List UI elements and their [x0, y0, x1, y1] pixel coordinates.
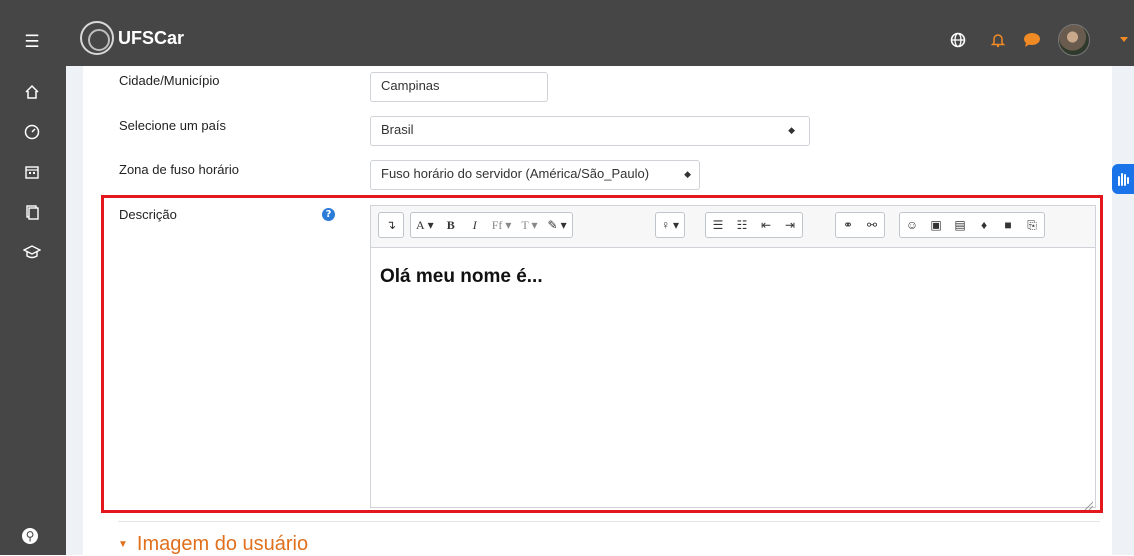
font-family-icon[interactable]: Ff ▾	[487, 213, 517, 237]
toolbar-group-lists: ☰ ☷ ⇤ ⇥	[705, 212, 803, 238]
chevron-down-icon[interactable]	[1118, 28, 1130, 52]
help-icon[interactable]: ?	[322, 208, 335, 221]
user-menu[interactable]	[1054, 24, 1094, 56]
brand-logo[interactable]: UFSCar	[80, 18, 184, 58]
section-divider	[118, 521, 1100, 522]
dashboard-icon[interactable]	[20, 120, 44, 144]
audio-record-icon[interactable]: ♦	[972, 213, 996, 237]
description-text[interactable]: Olá meu nome é...	[380, 266, 543, 288]
chat-icon[interactable]	[1020, 28, 1044, 52]
italic-icon[interactable]: I	[463, 213, 487, 237]
globe-icon[interactable]	[946, 28, 970, 52]
toolbar-group-links: ⚭ ⚯	[835, 212, 885, 238]
font-color-label: A	[416, 217, 425, 232]
city-label: Cidade/Município	[119, 73, 220, 88]
select-arrows-icon: ◆	[788, 125, 795, 135]
toolbar-group-format: A ▾ B I Ff ▾ T ▾ ✎ ▾	[410, 212, 573, 238]
numbered-list-icon[interactable]: ☷	[730, 213, 754, 237]
menu-icon[interactable]: ☰	[22, 32, 42, 52]
bell-icon[interactable]	[986, 28, 1010, 52]
bold-label: B	[446, 217, 455, 232]
font-color-icon[interactable]: A ▾	[411, 213, 439, 237]
avatar	[1058, 24, 1090, 56]
indent-icon[interactable]: ⇥	[778, 213, 802, 237]
accessibility-widget-button[interactable]	[1112, 164, 1134, 194]
brush-icon[interactable]: ✎ ▾	[543, 213, 572, 237]
page-gutter-left	[66, 66, 83, 555]
country-label: Selecione um país	[119, 118, 226, 133]
video-record-icon[interactable]: ■	[996, 213, 1020, 237]
timezone-value: Fuso horário do servidor (América/São_Pa…	[381, 166, 650, 181]
city-input[interactable]: Campinas	[370, 72, 548, 102]
description-label: Descrição	[119, 207, 177, 222]
italic-label: I	[472, 217, 477, 232]
page-gutter-right	[1112, 66, 1134, 555]
brand-name: UFSCar	[118, 27, 185, 48]
logo-mark	[80, 21, 114, 55]
timezone-select[interactable]: Fuso horário do servidor (América/São_Pa…	[370, 160, 700, 190]
caret-down-icon: ▼	[118, 539, 128, 550]
emoji-icon[interactable]: ☺	[900, 213, 924, 237]
bullet-list-icon[interactable]: ☰	[706, 213, 730, 237]
copy-icon[interactable]: ⎘	[1020, 213, 1044, 237]
calendar-icon[interactable]	[20, 160, 44, 184]
description-editor[interactable]: Olá meu nome é...	[370, 247, 1096, 511]
lightbulb-icon[interactable]: ♀ ▾	[656, 213, 684, 237]
home-icon[interactable]	[20, 80, 44, 104]
image-icon[interactable]: ▣	[924, 213, 948, 237]
files-icon[interactable]	[20, 200, 44, 224]
accessibility-icon[interactable]: ⚲	[22, 528, 38, 544]
country-select[interactable]: Brasil ◆	[370, 116, 810, 146]
resize-handle-icon[interactable]	[1083, 495, 1094, 511]
graduation-cap-icon[interactable]	[20, 240, 44, 264]
editor-toolbar: ↴ A ▾ B I Ff ▾ T ▾ ✎ ▾ ♀ ▾ ☰ ☷ ⇤ ⇥ ⚭ ⚯ ☺…	[370, 205, 1096, 247]
outdent-icon[interactable]: ⇤	[754, 213, 778, 237]
bold-icon[interactable]: B	[439, 213, 463, 237]
hand-sign-icon	[1118, 173, 1129, 186]
timezone-label: Zona de fuso horário	[119, 162, 239, 177]
font-size-icon[interactable]: T ▾	[516, 213, 542, 237]
toolbar-group-collapse: ↴	[378, 212, 404, 238]
select-arrows-icon: ◆	[684, 169, 691, 179]
user-image-section-header[interactable]: ▼ Imagem do usuário	[118, 533, 308, 556]
unlink-icon[interactable]: ⚯	[860, 213, 884, 237]
media-icon[interactable]: ▤	[948, 213, 972, 237]
collapse-icon[interactable]: ↴	[379, 213, 403, 237]
toolbar-group-media: ☺ ▣ ▤ ♦ ■ ⎘	[899, 212, 1045, 238]
country-value: Brasil	[381, 122, 414, 137]
section-title: Imagem do usuário	[136, 533, 309, 555]
toolbar-group-hint: ♀ ▾	[655, 212, 686, 238]
link-icon[interactable]: ⚭	[836, 213, 860, 237]
